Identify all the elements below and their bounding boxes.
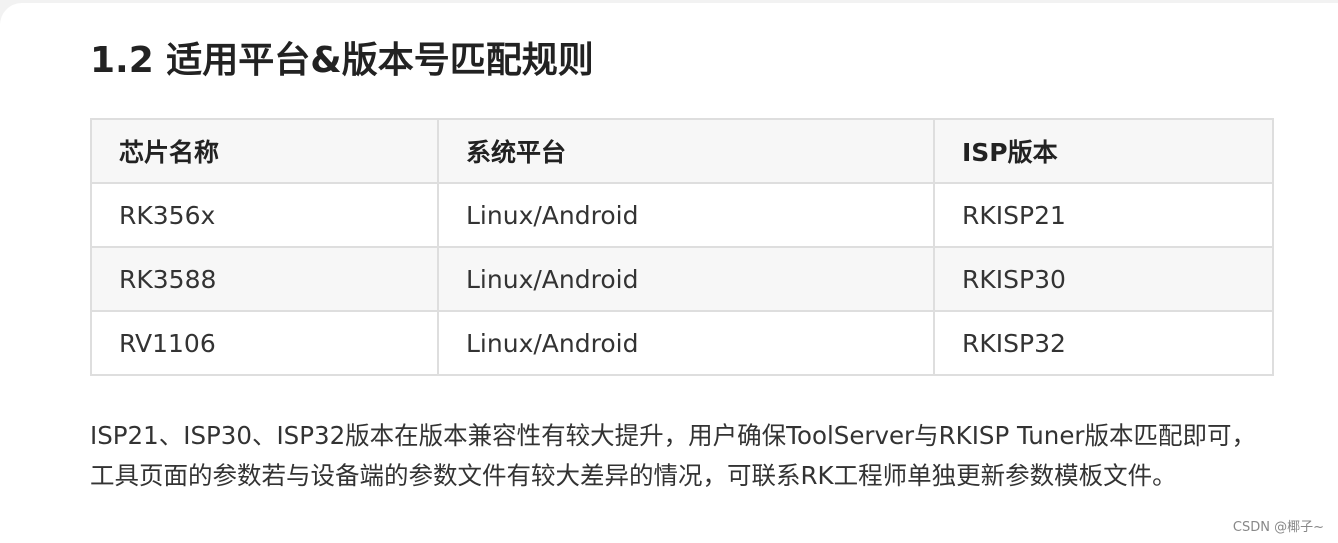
table-row: RV1106 Linux/Android RKISP32 (90, 310, 1274, 376)
cell-isp: RKISP32 (933, 310, 1274, 376)
watermark: CSDN @椰子~ (1232, 520, 1324, 535)
table-row: RK3588 Linux/Android RKISP30 (90, 246, 1274, 312)
cell-chip: RV1106 (90, 310, 439, 376)
header-system-platform: 系统平台 (437, 118, 935, 184)
header-isp-version: ISP版本 (933, 118, 1274, 184)
table-row: RK356x Linux/Android RKISP21 (90, 182, 1274, 248)
table-header-row: 芯片名称 系统平台 ISP版本 (90, 118, 1274, 184)
document-card: 1.2 适用平台&版本号匹配规则 芯片名称 系统平台 ISP版本 RK356x … (0, 3, 1338, 543)
cell-chip: RK356x (90, 182, 439, 248)
section-heading: 1.2 适用平台&版本号匹配规则 (90, 40, 594, 81)
cell-platform: Linux/Android (437, 182, 935, 248)
header-chip-name: 芯片名称 (90, 118, 439, 184)
description-paragraph: ISP21、ISP30、ISP32版本在版本兼容性有较大提升，用户确保ToolS… (90, 421, 1256, 490)
cell-chip: RK3588 (90, 246, 439, 312)
cell-isp: RKISP21 (933, 182, 1274, 248)
platform-version-table: 芯片名称 系统平台 ISP版本 RK356x Linux/Android RKI… (90, 118, 1274, 376)
cell-platform: Linux/Android (437, 246, 935, 312)
cell-isp: RKISP30 (933, 246, 1274, 312)
cell-platform: Linux/Android (437, 310, 935, 376)
